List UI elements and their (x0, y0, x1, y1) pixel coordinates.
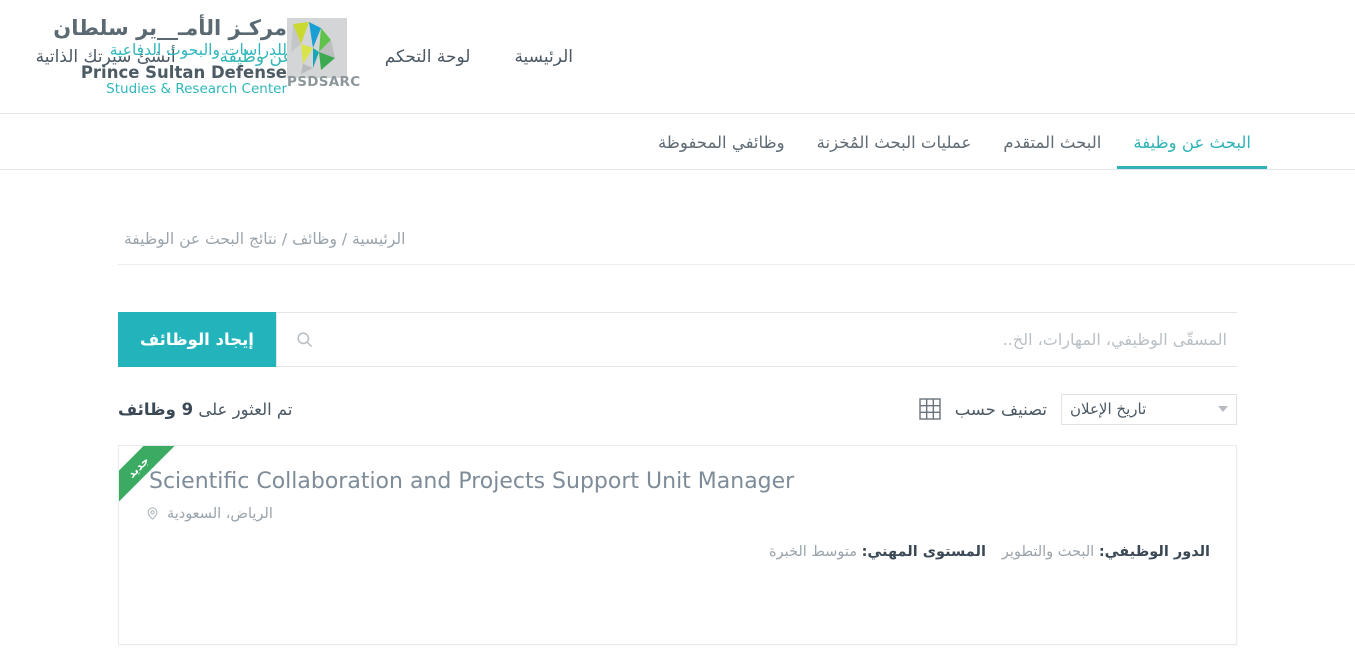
search-input[interactable] (314, 330, 1237, 349)
tab-job-search[interactable]: البحث عن وظيفة (1117, 133, 1267, 169)
results-count-prefix: تم العثور على (198, 399, 293, 419)
logo-english-secondary: Studies & Research Center (106, 80, 287, 97)
sort-by-label: تصنيف حسب (954, 399, 1047, 419)
logo-mark-icon: PSDSARC (287, 18, 360, 90)
results-count: تم العثور على 9 وظائف (118, 400, 293, 419)
job-role-value: البحث والتطوير (1001, 543, 1095, 560)
job-location: الرياض، السعودية (145, 506, 1210, 522)
tab-advanced-search[interactable]: البحث المتقدم (987, 133, 1117, 169)
logo-arabic-secondary: للدراسات والبحوث الدفاعية (109, 40, 287, 59)
tab-saved-jobs[interactable]: وظائفي المحفوظة (642, 133, 801, 169)
job-role-pair: الدور الوظيفي: البحث والتطوير (1002, 544, 1210, 560)
job-search-bar: إيجاد الوظائف (118, 312, 1237, 367)
search-icon (295, 330, 314, 349)
job-location-text: الرياض، السعودية (167, 505, 273, 522)
job-title-link[interactable]: Scientific Collaboration and Projects Su… (145, 468, 1210, 496)
tab-saved-searches[interactable]: عمليات البحث المُخزنة (801, 133, 988, 169)
find-jobs-button[interactable]: إيجاد الوظائف (118, 312, 276, 367)
results-toolbar: تم العثور على 9 وظائف تصنيف حسب تاريخ ال… (118, 392, 1237, 426)
site-logo[interactable]: مركـز الأمـ__ير سلطان للدراسات والبحوث ا… (45, 0, 360, 114)
job-result-card[interactable]: جديد Scientific Collaboration and Projec… (118, 445, 1237, 645)
sort-controls: تصنيف حسب تاريخ الإعلان (918, 393, 1237, 425)
sort-by-value: تاريخ الإعلان (1070, 400, 1147, 418)
site-header: الرئيسية لوحة التحكم البحث عن وظيفة أنشئ… (0, 0, 1355, 114)
job-meta-row: الدور الوظيفي: البحث والتطوير المستوى ال… (145, 544, 1210, 560)
job-level-label: المستوى المهني: (861, 543, 986, 560)
sort-by-dropdown[interactable]: تاريخ الإعلان (1061, 393, 1237, 425)
nav-item-about-us[interactable]: من نحن (0, 41, 14, 73)
nav-item-home[interactable]: الرئيسية (492, 41, 595, 73)
nav-item-dashboard[interactable]: لوحة التحكم (363, 41, 493, 73)
results-count-value: 9 وظائف (118, 399, 194, 419)
logo-arabic-primary: مركـز الأمـ__ير سلطان (53, 16, 287, 41)
job-level-value: متوسط الخبرة (769, 543, 857, 560)
grid-view-icon[interactable] (918, 398, 941, 420)
chevron-down-icon (1218, 406, 1228, 412)
location-pin-icon (145, 506, 160, 521)
logo-english-primary: Prince Sultan Defense (80, 62, 287, 82)
section-tabbar: البحث عن وظيفة البحث المتقدم عمليات البح… (0, 114, 1355, 170)
search-field-wrapper (276, 312, 1237, 367)
breadcrumb: الرئيسية / وظائف / نتائج البحث عن الوظيف… (118, 230, 1355, 265)
job-role-label: الدور الوظيفي: (1098, 543, 1210, 560)
logo-acronym: PSDSARC (287, 74, 361, 90)
job-level-pair: المستوى المهني: متوسط الخبرة (769, 544, 986, 560)
